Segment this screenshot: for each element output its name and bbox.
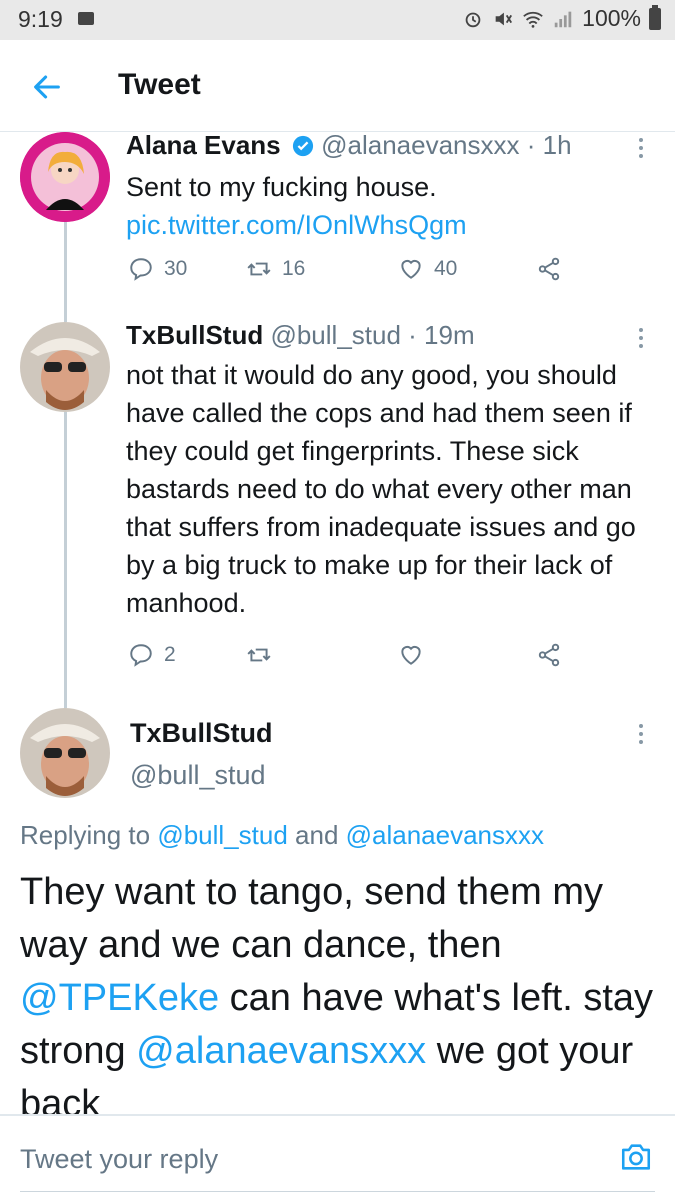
reply-icon (130, 258, 152, 281)
mention-link[interactable]: @alanaevansxxx (136, 1030, 426, 1072)
retweet-count: 16 (282, 257, 306, 280)
mention-link[interactable]: @bull_stud (157, 820, 287, 850)
status-bar: 9:19 100% (0, 0, 675, 40)
thread-line (64, 412, 67, 708)
tweet-time: · 1h (526, 130, 572, 160)
author-name[interactable]: TxBullStud (126, 320, 263, 350)
tweet-header: TxBullStud @bull_stud · 19m (126, 320, 475, 351)
status-icons: 100% (462, 4, 661, 32)
battery-percent: 100% (582, 5, 641, 31)
back-arrow-icon[interactable] (30, 70, 64, 104)
page-title: Tweet (118, 68, 201, 101)
more-icon[interactable] (638, 724, 644, 746)
replying-prefix: Replying to (20, 820, 158, 850)
mention-link[interactable]: @TPEKeke (20, 977, 219, 1019)
reply-input[interactable]: Tweet your reply (20, 1144, 218, 1175)
reply-count: 30 (164, 257, 188, 280)
tweet-actions: 30 16 40 (128, 256, 568, 290)
thread-line (64, 222, 67, 322)
reply-icon (130, 644, 152, 667)
camera-icon[interactable] (619, 1140, 653, 1174)
input-underline (20, 1191, 655, 1192)
retweet-button[interactable]: 16 (246, 256, 305, 282)
more-icon[interactable] (638, 328, 644, 350)
folder-icon (78, 12, 94, 25)
replying-to: Replying to @bull_stud and @alanaevansxx… (20, 820, 544, 851)
battery-icon (649, 4, 661, 30)
reply-button[interactable]: 30 (128, 256, 187, 282)
tweet-actions: 2 (128, 642, 568, 676)
share-icon (538, 643, 560, 667)
mention-link[interactable]: @alanaevansxxx (346, 820, 544, 850)
retweet-button[interactable] (246, 642, 272, 668)
reply-count: 2 (164, 643, 176, 666)
tweet-header: Alana Evans @alanaevansxxx · 1h (126, 130, 572, 161)
more-icon[interactable] (638, 138, 644, 160)
like-button[interactable] (398, 642, 424, 668)
alarm-icon (465, 12, 481, 27)
avatar[interactable] (20, 132, 110, 222)
mute-icon (495, 12, 513, 25)
status-time: 9:19 (18, 6, 63, 32)
tweet-body: Sent to my fucking house. (126, 172, 437, 202)
replying-and: and (287, 820, 346, 850)
author-handle[interactable]: @bull_stud (130, 760, 266, 791)
author-name[interactable]: Alana Evans (126, 130, 281, 160)
avatar[interactable] (20, 708, 110, 798)
like-count: 40 (434, 257, 458, 280)
author-handle[interactable]: @bull_stud (270, 320, 400, 350)
tweet-text: not that it would do any good, you shoul… (126, 360, 636, 618)
share-button[interactable] (536, 642, 562, 668)
share-button[interactable] (536, 256, 562, 282)
signal-icon (554, 11, 572, 27)
tweet-time: · 19m (408, 320, 475, 350)
wifi-icon (523, 11, 543, 28)
retweet-icon (247, 262, 271, 276)
tweet-body: They want to tango, send them my way and… (20, 871, 603, 966)
tweet-text: Sent to my fucking house. pic.twitter.co… (126, 168, 661, 244)
avatar[interactable] (20, 322, 110, 412)
main-tweet-text: They want to tango, send them my way and… (20, 866, 660, 1131)
tweet-link[interactable]: pic.twitter.com/IOnlWhsQgm (126, 210, 467, 240)
author-name[interactable]: TxBullStud (130, 718, 273, 749)
like-button[interactable]: 40 (398, 256, 457, 282)
app-header: Tweet (0, 40, 675, 132)
reply-bar: Tweet your reply (0, 1114, 675, 1200)
reply-button[interactable]: 2 (128, 642, 176, 668)
verified-icon (292, 135, 313, 157)
like-icon (401, 645, 421, 665)
author-handle[interactable]: @alanaevansxxx (321, 130, 519, 160)
share-icon (538, 257, 560, 281)
retweet-icon (247, 648, 271, 662)
like-icon (401, 259, 421, 279)
